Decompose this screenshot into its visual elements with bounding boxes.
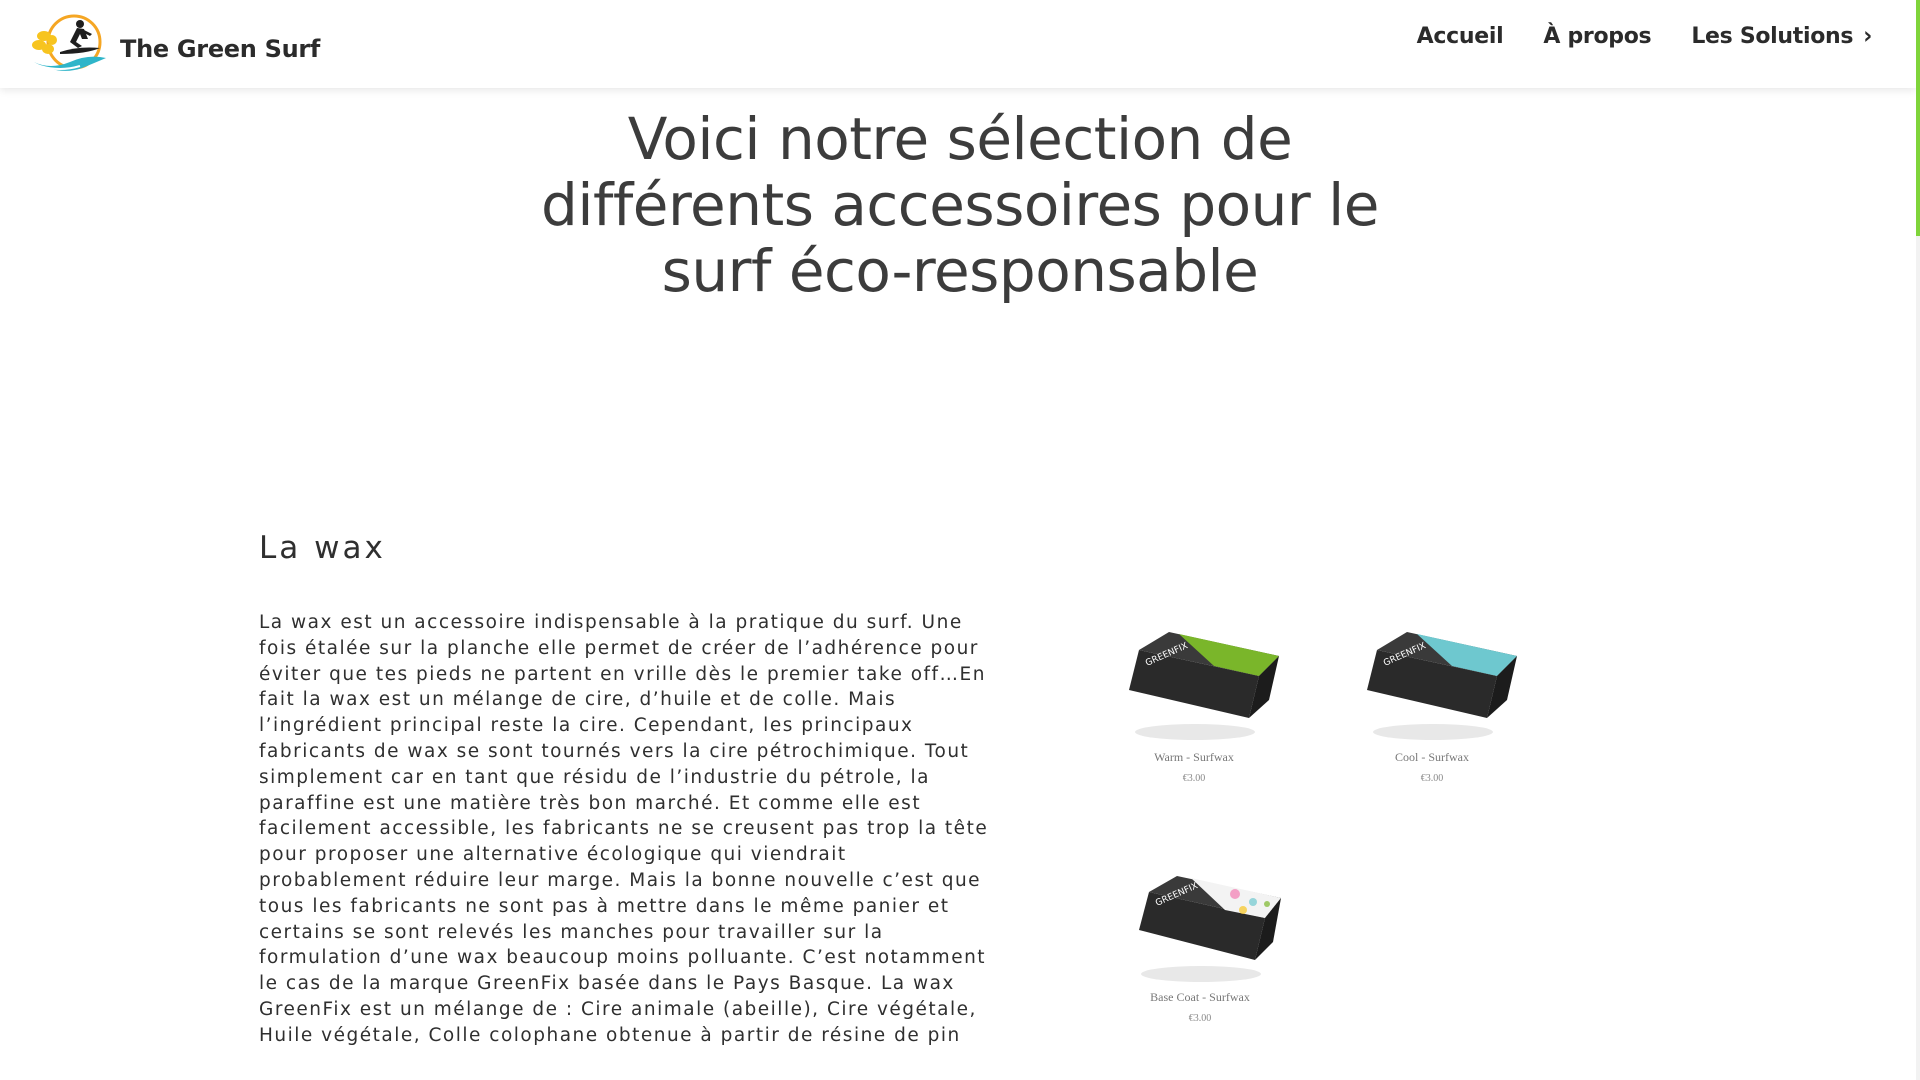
text-line: fabricants de wax se sont tournés vers l… bbox=[259, 740, 970, 762]
surfer-logo-icon bbox=[32, 14, 106, 71]
page-title: Voici notre sélection de différents acce… bbox=[0, 106, 1920, 304]
text-line: formulation d’une wax beaucoup moins pol… bbox=[259, 947, 987, 969]
nav-item-les-solutions[interactable]: Les Solutions › bbox=[1691, 22, 1872, 51]
text-line: GreenFix est un mélange de : Cire animal… bbox=[259, 998, 977, 1020]
text-line: paraffine est une matière très bon march… bbox=[259, 792, 922, 814]
text-line: facilement accessible, les fabricants ne… bbox=[259, 818, 989, 840]
wax-description: La wax est un accessoire indispensable à… bbox=[259, 610, 1009, 1049]
product-card[interactable]: GREENFIX Base Coat - Surfwax €3.00 bbox=[1100, 866, 1300, 1076]
text-line: certains se sont relevés les manches pou… bbox=[259, 921, 884, 943]
text-line: éviter que tes pieds ne partent en vrill… bbox=[259, 663, 986, 685]
nav-item-accueil[interactable]: Accueil bbox=[1417, 24, 1504, 49]
site-header: The Green Surf Accueil À propos Les Solu… bbox=[0, 0, 1916, 88]
product-price: €3.00 bbox=[1182, 773, 1206, 784]
text-line: tous les fabricants ne sont pas à mettre… bbox=[259, 895, 950, 917]
page-title-line: différents accessoires pour le bbox=[541, 171, 1379, 239]
page-title-line: Voici notre sélection de bbox=[627, 105, 1293, 173]
site-title[interactable]: The Green Surf bbox=[120, 35, 320, 63]
nav-item-a-propos[interactable]: À propos bbox=[1543, 24, 1651, 49]
text-line: La wax est un accessoire indispensable à… bbox=[259, 612, 963, 633]
product-name[interactable]: Warm - Surfwax bbox=[1094, 750, 1294, 765]
text-line: l’ingrédient principal reste la cire. Ce… bbox=[259, 715, 914, 737]
section-heading-wax: La wax bbox=[259, 530, 386, 566]
text-line: fois étalée sur la planche elle permet d… bbox=[259, 637, 979, 659]
product-name[interactable]: Cool - Surfwax bbox=[1332, 750, 1532, 765]
product-card[interactable]: GREENFIX Warm - Surfwax €3.00 bbox=[1094, 620, 1294, 784]
text-line: probablement réduire leur marge. Mais la… bbox=[259, 869, 982, 891]
page-title-line: surf éco-responsable bbox=[661, 237, 1259, 305]
wax-box-image: GREENFIX bbox=[1367, 632, 1517, 740]
main-nav: Accueil À propos Les Solutions › bbox=[1417, 22, 1873, 51]
text-line: Huile végétale, Colle colophane obtenue … bbox=[259, 1024, 961, 1046]
product-price: €3.00 bbox=[1420, 773, 1444, 784]
text-line: pour proposer une alternative écologique… bbox=[259, 844, 847, 866]
text-line: fait la wax est un mélange de cire, d’hu… bbox=[259, 689, 897, 711]
wax-box-image: GREENFIX bbox=[1129, 632, 1279, 740]
nav-item-les-solutions-label: Les Solutions bbox=[1691, 24, 1854, 49]
text-line: simplement car en tant que résidu de l’i… bbox=[259, 766, 930, 788]
chevron-right-icon: › bbox=[1863, 22, 1872, 51]
home-logo-link[interactable]: The Green Surf bbox=[30, 12, 320, 76]
product-price: €3.00 bbox=[1188, 1013, 1212, 1024]
text-line: le cas de la marque GreenFix basée dans … bbox=[259, 973, 955, 995]
scrollbar-thumb[interactable] bbox=[1916, 0, 1920, 236]
product-card[interactable]: GREENFIX Cool - Surfwax €3.00 bbox=[1332, 620, 1532, 784]
wax-box-image: GREENFIX bbox=[1139, 876, 1281, 982]
product-name[interactable]: Base Coat - Surfwax bbox=[1100, 990, 1300, 1005]
